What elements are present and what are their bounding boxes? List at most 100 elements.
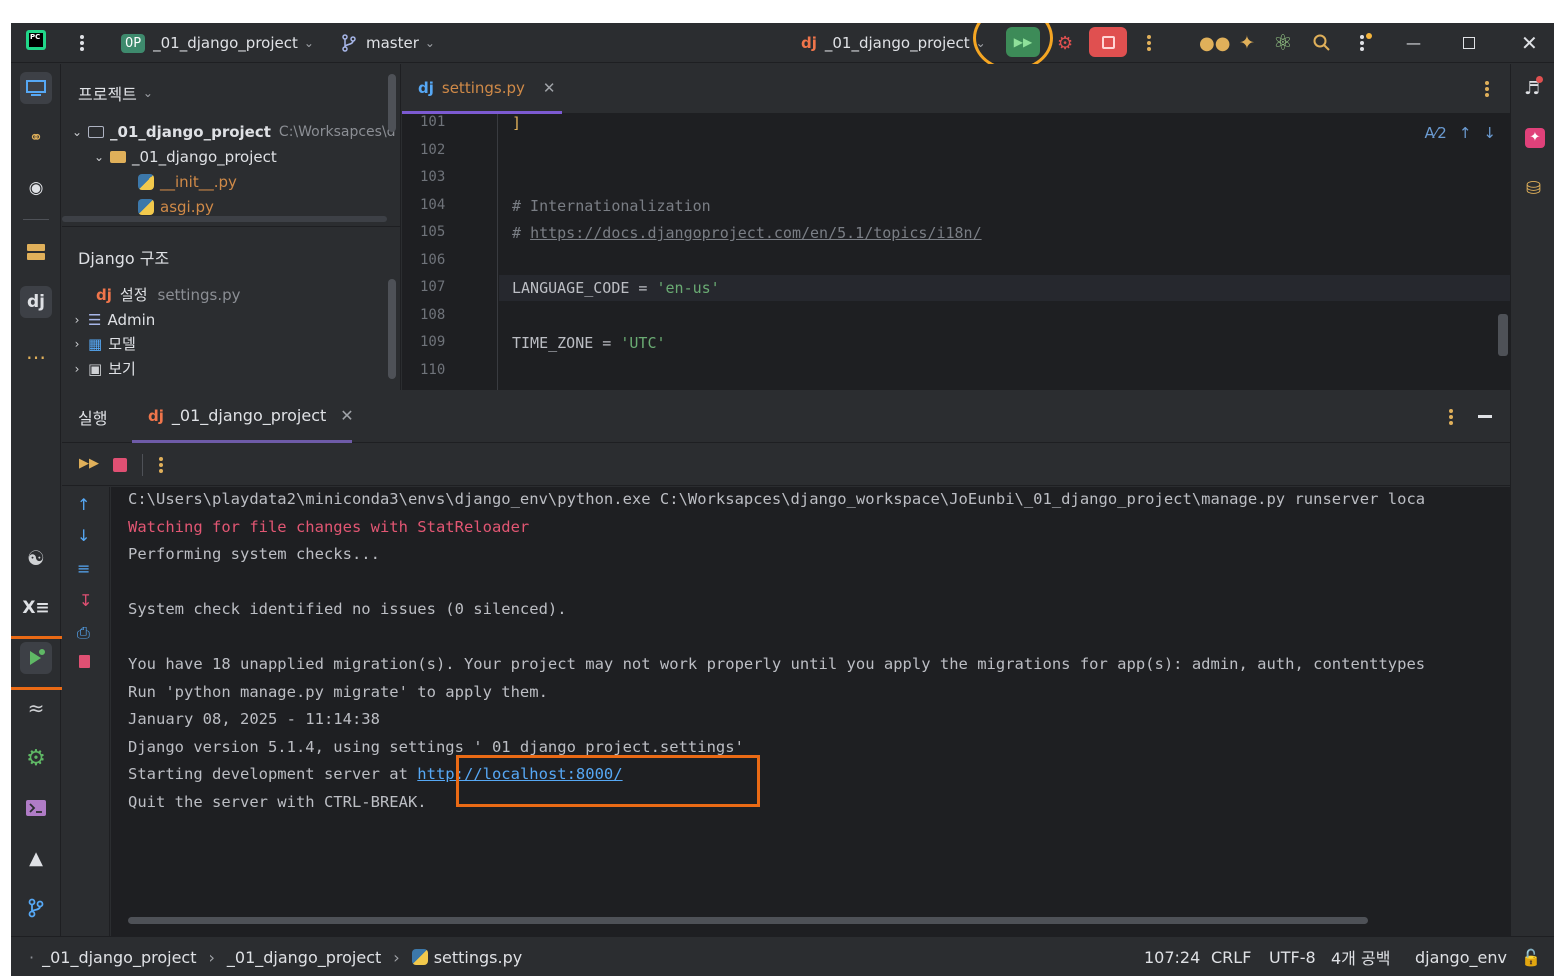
django-item-label: 보기	[108, 360, 136, 378]
close-tab-icon[interactable]: ✕	[543, 79, 556, 97]
git-icon[interactable]	[20, 892, 52, 924]
minimize-icon[interactable]: —	[1406, 23, 1421, 63]
run-panel-header: 실행 dj _01_django_project ✕	[62, 391, 1510, 443]
ai-assistant-icon[interactable]: ⚛	[1273, 23, 1293, 63]
scroll-down-icon[interactable]: ↓	[77, 526, 90, 545]
python-file-icon	[138, 198, 154, 215]
breadcrumb-item[interactable]: settings.py	[434, 948, 523, 967]
tree-row-file[interactable]: __init__.py	[138, 169, 237, 194]
django-item-label: Admin	[107, 310, 156, 329]
ai-chat-icon[interactable]: ✦	[1525, 128, 1545, 148]
previous-problem-icon[interactable]: ↑	[1459, 124, 1472, 142]
next-problem-icon[interactable]: ↓	[1483, 124, 1496, 142]
vertical-scrollbar[interactable]	[388, 74, 396, 132]
terminal-icon[interactable]	[20, 792, 52, 824]
string-token: 'en-us'	[656, 279, 720, 297]
doc-link[interactable]: https://docs.djangoproject.com/en/5.1/to…	[530, 224, 982, 242]
code-line-101[interactable]: ]	[512, 114, 521, 132]
close-run-tab-icon[interactable]: ✕	[340, 406, 353, 425]
pycharm-logo-icon[interactable]: PC	[26, 30, 46, 50]
tree-row-root[interactable]: ⌄ _01_django_project C:\Worksapces\d	[66, 119, 396, 144]
django-item-views[interactable]: › ▣ 보기	[66, 356, 136, 381]
code-line-105[interactable]: # https://docs.djangoproject.com/en/5.1/…	[512, 224, 982, 242]
project-switcher[interactable]: 0P _01_django_project ⌄	[121, 23, 314, 63]
notifications-icon[interactable]: ♬	[1524, 76, 1544, 99]
django-structure-icon[interactable]: dj	[20, 286, 52, 318]
inspection-widget[interactable]: A⁄2 ↑ ↓	[1425, 124, 1496, 142]
project-view-icon[interactable]	[20, 72, 52, 104]
breadcrumb-item[interactable]: _01_django_project	[42, 948, 196, 967]
branch-switcher[interactable]: master ⌄	[341, 23, 435, 63]
close-icon[interactable]: ✕	[1521, 23, 1538, 63]
code-line-107[interactable]: LANGUAGE_CODE = 'en-us'	[512, 279, 720, 297]
tab-label: settings.py	[441, 78, 525, 97]
layers-icon[interactable]: ≈	[20, 692, 52, 724]
project-name: _01_django_project	[153, 34, 298, 52]
django-item-settings[interactable]: dj 설정 settings.py	[96, 282, 240, 307]
problems-icon[interactable]: ▲	[20, 842, 52, 874]
toolbar-more-icon[interactable]	[158, 456, 164, 478]
commit-icon[interactable]: ⚭	[20, 122, 52, 154]
debug-icon[interactable]: ⚙	[1057, 23, 1073, 63]
interpreter[interactable]: django_env	[1415, 937, 1507, 976]
scroll-to-end-icon[interactable]: ↧	[79, 591, 92, 610]
more-tools-icon[interactable]: …	[20, 336, 52, 368]
code-line-109[interactable]: TIME_ZONE = 'UTC'	[512, 334, 666, 352]
django-item-label: 모델	[108, 335, 136, 353]
django-file-icon: dj	[418, 78, 434, 97]
build-tools-icon[interactable]: ✦	[1239, 23, 1255, 63]
services-gear-icon[interactable]: ⚙	[20, 742, 52, 774]
excel-icon[interactable]: X≡	[20, 592, 52, 624]
python-file-icon	[411, 949, 428, 965]
python-console-icon[interactable]: ☯	[20, 542, 52, 574]
python-file-icon	[138, 173, 154, 190]
run-config-selector[interactable]: dj _01_django_project ⌄	[801, 23, 986, 63]
django-item-admin[interactable]: › ☰ Admin	[66, 307, 156, 332]
console-line-watching: Watching for file changes with StatReloa…	[128, 518, 530, 536]
breadcrumb-item[interactable]: _01_django_project	[227, 948, 381, 967]
more-actions-icon[interactable]	[1146, 23, 1152, 63]
tree-label: _01_django_project	[132, 147, 277, 166]
indent-setting[interactable]: 4개 공백	[1331, 937, 1390, 976]
settings-dots-icon[interactable]	[1358, 23, 1372, 63]
soft-wrap-icon[interactable]: ≡	[77, 559, 90, 578]
caret-position[interactable]: 107:24	[1144, 937, 1200, 976]
console-output[interactable]: C:\Users\playdata2\miniconda3\envs\djang…	[111, 487, 1510, 936]
search-icon[interactable]	[1313, 23, 1331, 63]
code-line-104[interactable]: # Internationalization	[512, 197, 711, 215]
stop-icon[interactable]	[113, 458, 127, 472]
django-item-models[interactable]: › ▦ 모델	[66, 331, 136, 356]
django-icon: dj	[148, 406, 164, 425]
console-horizontal-scrollbar[interactable]	[128, 917, 1368, 924]
file-encoding[interactable]: UTF-8	[1269, 937, 1316, 976]
chevron-right-icon: ›	[208, 947, 215, 967]
editor-tab-bar: dj settings.py ✕	[402, 64, 1510, 114]
run-tab[interactable]: dj _01_django_project ✕	[132, 391, 354, 443]
print-icon[interactable]: ⎙	[77, 623, 90, 643]
tab-settings-py[interactable]: dj settings.py ✕	[402, 64, 562, 114]
line-separator[interactable]: CRLF	[1211, 937, 1251, 976]
console-line-migrate-hint: Run 'python manage.py migrate' to apply …	[128, 683, 548, 701]
main-menu-icon[interactable]	[79, 23, 85, 63]
rerun-icon[interactable]: ▶▶	[79, 456, 99, 471]
structure-icon[interactable]	[20, 236, 52, 268]
vertical-scrollbar[interactable]	[388, 279, 396, 379]
lock-icon[interactable]: 🔓	[1521, 937, 1541, 976]
stop-button[interactable]	[1089, 27, 1127, 57]
database-icon[interactable]: ⛁	[1526, 178, 1541, 199]
clear-trash-icon[interactable]	[79, 655, 90, 668]
editor-scrollbar[interactable]	[1498, 314, 1508, 356]
horizontal-scrollbar[interactable]	[62, 216, 387, 222]
expand-arrow-icon: ›	[74, 312, 80, 327]
tab-more-icon[interactable]	[1484, 80, 1490, 102]
scroll-up-icon[interactable]: ↑	[77, 495, 90, 514]
run-more-icon[interactable]	[1448, 408, 1454, 430]
github-icon[interactable]: ◉	[20, 172, 52, 204]
tree-row-package[interactable]: ⌄ _01_django_project	[88, 144, 277, 169]
maximize-icon[interactable]	[1463, 23, 1475, 63]
code-with-me-icon[interactable]: ●●	[1199, 23, 1230, 63]
console-line-migrations: You have 18 unapplied migration(s). Your…	[128, 655, 1426, 673]
hide-panel-icon[interactable]	[1478, 415, 1492, 418]
console-line-timestamp: January 08, 2025 - 11:14:38	[128, 710, 380, 728]
project-panel-header[interactable]: 프로젝트 ⌄	[78, 80, 153, 105]
